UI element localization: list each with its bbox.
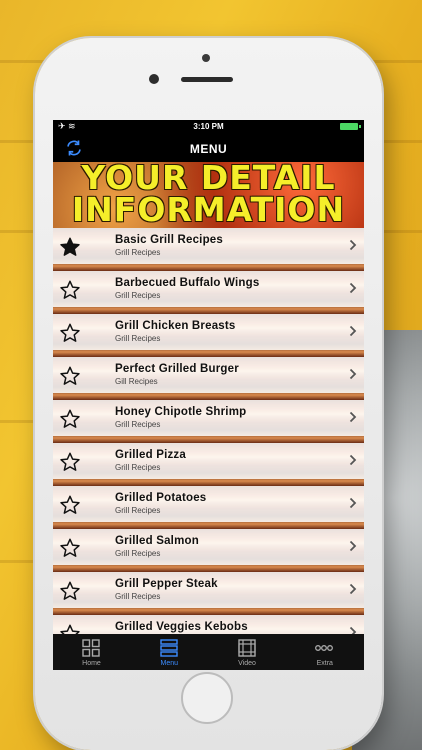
list-item[interactable]: Grill Pepper Steak Grill Recipes — [53, 572, 364, 608]
chevron-right-icon — [349, 540, 357, 552]
battery-icon — [340, 123, 361, 130]
list-item[interactable]: Grilled Potatoes Grill Recipes — [53, 486, 364, 522]
chevron-right-icon — [349, 583, 357, 595]
chevron-right-icon — [349, 368, 357, 380]
chevron-right-icon — [349, 454, 357, 466]
tab-label: Home — [82, 660, 101, 667]
status-time: 3:10 PM — [193, 122, 224, 131]
status-bar: ✈ ︎≋ 3:10 PM — [53, 120, 364, 134]
tab-label: Video — [238, 660, 256, 667]
list-item[interactable]: Basic Grill Recipes Grill Recipes — [53, 228, 364, 264]
star-outline-icon[interactable] — [59, 537, 81, 559]
list-item-title: Perfect Grilled Burger — [115, 363, 239, 375]
star-outline-icon[interactable] — [59, 322, 81, 344]
banner-line-2: INFORMATION — [71, 190, 346, 228]
star-filled-icon[interactable] — [59, 236, 81, 258]
tab-menu[interactable]: Menu — [131, 634, 208, 670]
list-item-title: Grilled Pizza — [115, 449, 186, 461]
list-item-title: Grill Chicken Breasts — [115, 320, 236, 332]
list-item-title: Grilled Potatoes — [115, 492, 207, 504]
tab-label: Extra — [316, 660, 333, 667]
list-item-subtitle: Grill Recipes — [115, 420, 161, 429]
tab-video[interactable]: Video — [209, 634, 286, 670]
list-item[interactable]: Grilled Salmon Grill Recipes — [53, 529, 364, 565]
list-item-subtitle: Grill Recipes — [115, 506, 161, 515]
star-outline-icon[interactable] — [59, 365, 81, 387]
list-item[interactable]: Perfect Grilled Burger Gill Recipes — [53, 357, 364, 393]
list-item[interactable]: Grilled Pizza Grill Recipes — [53, 443, 364, 479]
tab-label: Menu — [160, 660, 178, 667]
star-outline-icon[interactable] — [59, 451, 81, 473]
star-outline-icon[interactable] — [59, 494, 81, 516]
chevron-right-icon — [349, 325, 357, 337]
chevron-right-icon — [349, 497, 357, 509]
tab-bar: Home Menu Video Extra — [53, 634, 364, 670]
list-item-subtitle: Grill Recipes — [115, 592, 161, 601]
phone-frame: ✈ ︎≋ 3:10 PM MENU YOUR DETAIL INFORMATIO… — [35, 38, 382, 750]
list-item[interactable]: Barbecued Buffalo Wings Grill Recipes — [53, 271, 364, 307]
list-item-title: Honey Chipotle Shrimp — [115, 406, 247, 418]
list-item-title: Basic Grill Recipes — [115, 234, 223, 246]
list-item-subtitle: Grill Recipes — [115, 291, 161, 300]
proximity-sensor — [149, 74, 159, 84]
tab-extra[interactable]: Extra — [286, 634, 363, 670]
header-banner: YOUR DETAIL INFORMATION — [53, 162, 364, 228]
star-outline-icon[interactable] — [59, 279, 81, 301]
list-item-subtitle: Grill Recipes — [115, 549, 161, 558]
list-item-title: Grill Pepper Steak — [115, 578, 218, 590]
tab-home[interactable]: Home — [53, 634, 130, 670]
list-item-subtitle: Grill Recipes — [115, 334, 161, 343]
app-screen: ✈ ︎≋ 3:10 PM MENU YOUR DETAIL INFORMATIO… — [53, 120, 364, 670]
list-item-subtitle: Gill Recipes — [115, 377, 158, 386]
list-item-subtitle: Grill Recipes — [115, 463, 161, 472]
list-item-title: Grilled Salmon — [115, 535, 199, 547]
home-button[interactable] — [181, 672, 233, 724]
star-outline-icon[interactable] — [59, 408, 81, 430]
list-item-title: Grilled Veggies Kebobs — [115, 621, 248, 633]
list-item[interactable]: Grill Chicken Breasts Grill Recipes — [53, 314, 364, 350]
page-title: MENU — [189, 142, 228, 156]
chevron-right-icon — [349, 239, 357, 251]
list-item-title: Barbecued Buffalo Wings — [115, 277, 260, 289]
list-item[interactable]: Honey Chipotle Shrimp Grill Recipes — [53, 400, 364, 436]
star-outline-icon[interactable] — [59, 580, 81, 602]
recipe-list: Basic Grill Recipes Grill Recipes Barbecue… — [53, 228, 364, 648]
chevron-right-icon — [349, 411, 357, 423]
nav-bar: MENU — [53, 134, 364, 162]
earpiece-speaker — [181, 77, 233, 82]
list-item-subtitle: Grill Recipes — [115, 248, 161, 257]
chevron-right-icon — [349, 282, 357, 294]
front-camera — [202, 54, 210, 62]
